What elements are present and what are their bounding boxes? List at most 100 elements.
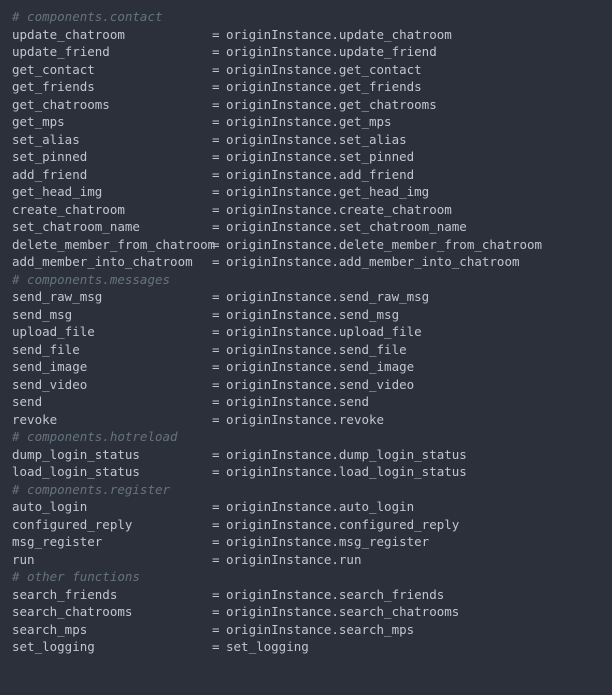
code-line: send= originInstance.send [12,393,600,411]
dot: . [331,622,339,637]
rhs-object: originInstance [226,79,331,94]
rhs-method: run [339,552,362,567]
assign-lhs: send_msg [12,306,212,324]
assign-rhs: originInstance.get_friends [226,78,422,96]
code-line: run = originInstance.run [12,551,600,569]
rhs-method: set_pinned [339,149,414,164]
rhs-method: create_chatroom [339,202,452,217]
assign-lhs: add_member_into_chatroom [12,253,212,271]
rhs-object: originInstance [226,447,331,462]
assign-lhs: msg_register [12,533,212,551]
rhs-method: update_friend [339,44,437,59]
dot: . [331,359,339,374]
rhs-object: originInstance [226,132,331,147]
assign-rhs: originInstance.get_mps [226,113,392,131]
code-comment: # components.hotreload [12,428,600,446]
assign-rhs: originInstance.update_chatroom [226,26,452,44]
equals-sign: = [212,446,226,464]
assign-rhs: originInstance.configured_reply [226,516,459,534]
equals-sign: = [212,26,226,44]
equals-sign: = [212,498,226,516]
equals-sign: = [212,621,226,639]
dot: . [331,517,339,532]
rhs-object: originInstance [226,552,331,567]
code-line: add_member_into_chatroom= originInstance… [12,253,600,271]
equals-sign: = [212,288,226,306]
rhs-object: originInstance [226,359,331,374]
rhs-object: originInstance [226,184,331,199]
assign-lhs: set_pinned [12,148,212,166]
code-line: set_logging= set_logging [12,638,600,656]
code-line: send_video= originInstance.send_video [12,376,600,394]
assign-rhs: originInstance.add_friend [226,166,414,184]
assign-lhs: search_mps [12,621,212,639]
rhs-object: originInstance [226,289,331,304]
comment-text: # other functions [12,568,140,586]
rhs-object: originInstance [226,464,331,479]
rhs-method: add_friend [339,167,414,182]
rhs-method: get_friends [339,79,422,94]
rhs-object: originInstance [226,377,331,392]
comment-text: # components.contact [12,8,163,26]
equals-sign: = [212,113,226,131]
dot: . [331,184,339,199]
assign-lhs: set_logging [12,638,212,656]
assign-lhs: get_friends [12,78,212,96]
code-line: search_mps= originInstance.search_mps [12,621,600,639]
assign-lhs: auto_login [12,498,212,516]
assign-rhs: originInstance.search_mps [226,621,414,639]
rhs-method: set_logging [226,639,309,654]
assign-lhs: set_alias [12,131,212,149]
dot: . [331,237,339,252]
dot: . [331,552,339,567]
assign-lhs: get_contact [12,61,212,79]
rhs-method: update_chatroom [339,27,452,42]
assign-lhs: set_chatroom_name [12,218,212,236]
assign-rhs: originInstance.set_alias [226,131,407,149]
assign-lhs: get_mps [12,113,212,131]
assign-rhs: originInstance.set_chatroom_name [226,218,467,236]
rhs-method: get_chatrooms [339,97,437,112]
rhs-object: originInstance [226,534,331,549]
equals-sign: = [212,43,226,61]
rhs-object: originInstance [226,324,331,339]
dot: . [331,219,339,234]
assign-lhs: search_chatrooms [12,603,212,621]
assign-rhs: originInstance.run [226,551,361,569]
equals-sign: = [212,96,226,114]
code-line: send_raw_msg= originInstance.send_raw_ms… [12,288,600,306]
rhs-method: send_image [339,359,414,374]
equals-sign: = [212,551,226,569]
assign-rhs: originInstance.send [226,393,369,411]
rhs-object: originInstance [226,517,331,532]
rhs-object: originInstance [226,97,331,112]
assign-lhs: delete_member_from_chatroom [12,236,212,254]
dot: . [331,447,339,462]
comment-text: # components.messages [12,271,170,289]
assign-lhs: revoke [12,411,212,429]
assign-lhs: add_friend [12,166,212,184]
assign-lhs: send_video [12,376,212,394]
code-line: update_chatroom= originInstance.update_c… [12,26,600,44]
assign-lhs: update_chatroom [12,26,212,44]
dot: . [331,44,339,59]
equals-sign: = [212,61,226,79]
rhs-object: originInstance [226,237,331,252]
equals-sign: = [212,638,226,656]
rhs-method: auto_login [339,499,414,514]
equals-sign: = [212,323,226,341]
dot: . [331,167,339,182]
equals-sign: = [212,148,226,166]
rhs-object: originInstance [226,114,331,129]
comment-text: # components.hotreload [12,428,178,446]
assign-rhs: originInstance.search_chatrooms [226,603,459,621]
code-comment: # components.contact [12,8,600,26]
rhs-method: send [339,394,369,409]
code-line: send_image= originInstance.send_image [12,358,600,376]
dot: . [331,27,339,42]
assign-rhs: originInstance.send_image [226,358,414,376]
code-line: send_file= originInstance.send_file [12,341,600,359]
assign-rhs: originInstance.set_pinned [226,148,414,166]
rhs-method: send_raw_msg [339,289,429,304]
equals-sign: = [212,166,226,184]
